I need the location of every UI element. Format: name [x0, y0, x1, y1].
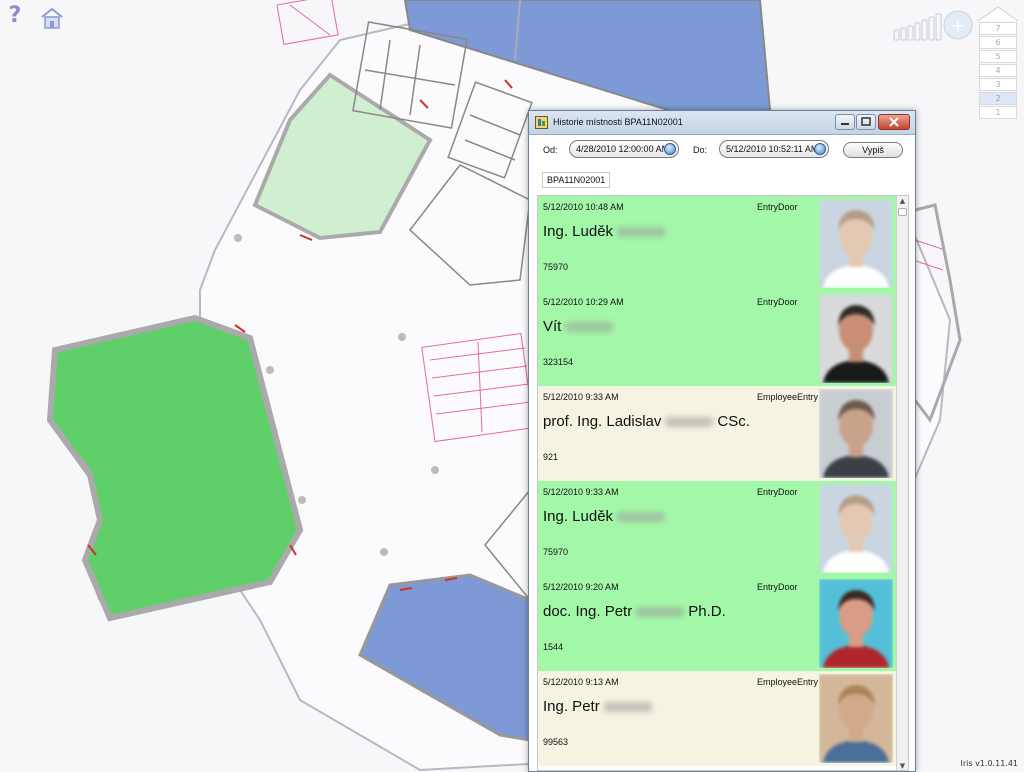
floor-item[interactable]: 5 — [979, 50, 1017, 63]
to-date-input[interactable]: 5/12/2010 10:52:11 AM — [719, 140, 829, 158]
floor-item[interactable]: 3 — [979, 78, 1017, 91]
entry-type: EntryDoor — [757, 582, 798, 592]
entry-type: EntryDoor — [757, 202, 798, 212]
entry-type: EntryDoor — [757, 297, 798, 307]
floor-roof-icon — [977, 6, 1019, 22]
person-title-and-first-name: Ing. Luděk — [543, 223, 614, 240]
person-photo — [819, 294, 893, 383]
filter-toolbar: Od: 4/28/2010 12:00:00 AM Do: 5/12/2010 … — [529, 135, 915, 195]
person-title-and-first-name: doc. Ing. Petr — [543, 603, 633, 620]
person-title-and-first-name: Vít — [543, 318, 562, 335]
minimize-icon — [841, 123, 849, 125]
floor-selector: 7 6 5 4 3 2 1 — [976, 6, 1020, 124]
person-degree-suffix: Ph.D. — [688, 603, 726, 620]
redacted-surname — [636, 607, 685, 618]
redacted-surname — [617, 227, 666, 238]
redacted-surname — [665, 417, 714, 428]
floor-item[interactable]: 7 — [979, 22, 1017, 35]
room-code-label: BPA11N02001 — [542, 172, 611, 188]
map-view[interactable]: ? + 7 6 5 4 3 2 1 Iris v1.0.11.41 Histor… — [0, 0, 1024, 772]
title-bar[interactable]: Historie místnosti BPA11N02001 — [529, 111, 915, 135]
person-title-and-first-name: Ing. Luděk — [543, 508, 614, 525]
list-item[interactable]: 5/12/2010 10:29 AM EntryDoor Vít 323154 — [538, 291, 897, 386]
entry-time: 5/12/2010 9:33 AM — [543, 487, 619, 497]
list-item[interactable]: 5/12/2010 9:20 AM EntryDoor doc. Ing. Petr… — [538, 576, 897, 671]
list-item[interactable]: 5/12/2010 9:33 AM EntryDoor Ing. Luděk 7597… — [538, 481, 897, 576]
close-button[interactable] — [878, 114, 910, 130]
maximize-button[interactable] — [856, 114, 876, 130]
entry-time: 5/12/2010 9:13 AM — [543, 677, 619, 687]
entry-person-number: 75970 — [543, 262, 569, 272]
entry-person-number: 99563 — [543, 737, 569, 747]
list-item[interactable]: 5/12/2010 9:33 AM EmployeeEntry prof. Ing.… — [538, 386, 897, 481]
person-title-and-first-name: Ing. Petr — [543, 698, 600, 715]
entry-time: 5/12/2010 10:29 AM — [543, 297, 624, 307]
version-label: Iris v1.0.11.41 — [960, 759, 1018, 768]
entry-person-number: 323154 — [543, 357, 574, 367]
floor-item-active[interactable]: 2 — [979, 92, 1017, 105]
entry-type: EntryDoor — [757, 487, 798, 497]
person-photo — [819, 579, 893, 668]
scroll-up-button[interactable]: ▲ — [897, 196, 908, 207]
entry-person-name: Vít — [543, 318, 617, 335]
floor-item[interactable]: 6 — [979, 36, 1017, 49]
scroll-thumb[interactable] — [898, 208, 907, 216]
close-icon — [889, 117, 899, 127]
redacted-surname — [565, 322, 614, 333]
entry-person-name: prof. Ing. Ladislav CSc. — [543, 413, 750, 430]
entry-list[interactable]: 5/12/2010 10:48 AM EntryDoor Ing. Luděk 759… — [537, 195, 909, 771]
from-date-input[interactable]: 4/28/2010 12:00:00 AM — [569, 140, 679, 158]
entry-time: 5/12/2010 10:48 AM — [543, 202, 624, 212]
redacted-surname — [617, 512, 666, 523]
person-photo — [819, 484, 893, 573]
entry-person-name: Ing. Luděk — [543, 223, 669, 240]
floor-item[interactable]: 4 — [979, 64, 1017, 77]
scroll-down-button[interactable]: ▼ — [897, 761, 908, 770]
app-icon — [535, 116, 548, 129]
list-item[interactable]: 5/12/2010 9:13 AM EmployeeEntry Ing. Petr 9… — [538, 671, 897, 766]
list-item[interactable]: 5/12/2010 10:48 AM EntryDoor Ing. Luděk 759… — [538, 196, 897, 291]
minimize-button[interactable] — [835, 114, 855, 130]
person-photo — [819, 389, 893, 478]
scrollbar[interactable]: ▲ ▼ — [896, 196, 908, 770]
floor-item[interactable]: 1 — [979, 106, 1017, 119]
entry-type: EmployeeEntry — [757, 677, 819, 687]
person-photo — [819, 674, 893, 763]
person-photo — [819, 199, 893, 288]
vypis-button[interactable]: Vypiš — [843, 142, 903, 158]
window-title: Historie místnosti BPA11N02001 — [553, 117, 683, 127]
entry-person-number: 75970 — [543, 547, 569, 557]
zoom-control[interactable]: + — [892, 8, 974, 42]
from-label: Od: — [543, 145, 558, 155]
room-history-window: Historie místnosti BPA11N02001 Od: 4/28/… — [528, 110, 916, 772]
entry-person-name: Ing. Petr — [543, 698, 656, 715]
calendar-icon[interactable] — [664, 143, 676, 155]
help-icon[interactable]: ? — [6, 4, 24, 28]
home-icon[interactable] — [40, 6, 64, 30]
entry-person-name: Ing. Luděk — [543, 508, 669, 525]
entry-time: 5/12/2010 9:20 AM — [543, 582, 619, 592]
entry-time: 5/12/2010 9:33 AM — [543, 392, 619, 402]
calendar-icon[interactable] — [814, 143, 826, 155]
person-title-and-first-name: prof. Ing. Ladislav — [543, 413, 662, 430]
to-label: Do: — [693, 145, 708, 155]
entry-person-name: doc. Ing. Petr Ph.D. — [543, 603, 726, 620]
entry-person-number: 1544 — [543, 642, 564, 652]
person-degree-suffix: CSc. — [717, 413, 750, 430]
entry-person-number: 921 — [543, 452, 559, 462]
redacted-surname — [603, 702, 652, 713]
svg-text:+: + — [951, 16, 964, 35]
maximize-icon — [861, 117, 871, 126]
entry-type: EmployeeEntry — [757, 392, 819, 402]
